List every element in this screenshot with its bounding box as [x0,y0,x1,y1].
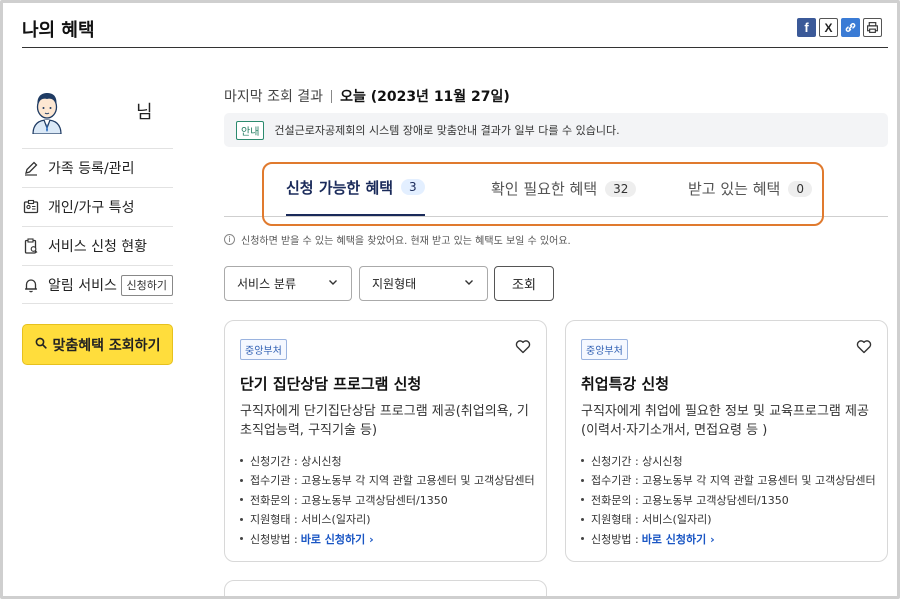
sidebar-item-label: 알림 서비스 [48,277,117,294]
sidebar-item-label: 가족 등록/관리 [48,161,135,177]
tab-receiving[interactable]: 받고 있는 혜택 0 [688,160,812,217]
sidebar-item-label: 서비스 신청 현황 [48,239,148,255]
find-benefits-label: 맞춤혜택 조회하기 [52,337,161,354]
tab-label: 확인 필요한 혜택 [491,180,598,198]
category-select-value: 서비스 분류 [237,277,297,291]
sidebar-menu: 가족 등록/관리 개인/가구 특성 서비스 신청 현황 알림 서비스 신청하기 [22,148,173,304]
apply-now-link[interactable]: 바로 신청하기 › [301,531,374,547]
share-group: f X [797,18,882,37]
apply-now-link[interactable]: 바로 신청하기 › [642,531,715,547]
chevron-down-icon [463,276,475,291]
card-description: 구직자에게 단기집단상담 프로그램 제공(취업의욕, 기초직업능력, 구직기술 … [240,404,529,438]
tab-count: 3 [401,179,425,195]
divider [331,89,333,103]
tab-hint: i 신청하면 받을 수 있는 혜택을 찾았어요. 현재 받고 있는 혜택도 보일… [224,232,571,247]
card-description: 구직자에게 취업에 필요한 정보 및 교육프로그램 제공(이력서·자기소개서, … [581,404,869,438]
pencil-icon [22,159,40,177]
heart-icon[interactable] [856,339,872,358]
user-name-suffix: 님 [136,102,153,123]
support-type-select[interactable]: 지원형태 [359,266,488,301]
benefit-card[interactable]: 중앙부처 취업특강 신청 구직자에게 취업에 필요한 정보 및 교육프로그램 제… [565,320,888,562]
print-icon[interactable] [863,18,882,37]
tab-count: 32 [605,180,637,197]
notification-apply-button[interactable]: 신청하기 [120,275,173,296]
tab-label: 받고 있는 혜택 [688,180,781,198]
sidebar-item-application-status[interactable]: 서비스 신청 현황 [22,226,173,265]
category-select[interactable]: 서비스 분류 [224,266,352,301]
notice-text: 건설근로자공제회의 시스템 장애로 맞춤안내 결과가 일부 다를 수 있습니다. [274,124,620,137]
search-button[interactable]: 조회 [494,266,554,301]
card-info-list: 신청기간 : 상시신청 접수기관 : 고용노동부 각 지역 관할 고용센터 및 … [581,451,876,549]
benefit-card[interactable]: 중앙부처 단기 집단상담 프로그램 신청 구직자에게 단기집단상담 프로그램 제… [224,320,547,562]
benefit-tabs: 신청 가능한 혜택 3 확인 필요한 혜택 32 받고 있는 혜택 0 [224,160,888,217]
card-tag: 중앙부처 [240,339,287,360]
notice-banner: 안내 건설근로자공제회의 시스템 장애로 맞춤안내 결과가 일부 다를 수 있습… [224,113,888,147]
card-title[interactable]: 단기 집단상담 프로그램 신청 [240,373,421,394]
card-info-item: 전화문의 : 고용노동부 고객상담센터/1350 [581,490,876,510]
tab-count: 0 [788,180,812,197]
tab-available[interactable]: 신청 가능한 혜택 3 [286,160,425,216]
avatar [30,90,64,135]
tab-need-check[interactable]: 확인 필요한 혜택 32 [491,160,637,217]
card-info-item: 전화문의 : 고용노동부 고객상담센터/1350 [240,490,535,510]
tab-label: 신청 가능한 혜택 [286,178,394,197]
card-info-item: 신청기간 : 상시신청 [581,451,876,471]
info-icon: i [224,234,235,245]
notice-tag: 안내 [236,120,265,140]
card-info-item: 지원형태 : 서비스(일자리) [240,510,535,530]
card-info-item: 신청방법 : 바로 신청하기 › [581,529,876,549]
card-info-list: 신청기간 : 상시신청 접수기관 : 고용노동부 각 지역 관할 고용센터 및 … [240,451,535,549]
clipboard-icon [22,237,40,255]
last-query-label: 마지막 조회 결과 [224,89,324,105]
card-info-item: 신청기간 : 상시신청 [240,451,535,471]
id-card-icon [22,198,40,216]
sidebar-item-household[interactable]: 개인/가구 특성 [22,187,173,226]
chevron-down-icon [327,276,339,291]
card-info-item: 접수기관 : 고용노동부 각 지역 관할 고용센터 및 고객상담센터 [240,471,535,491]
card-tag: 중앙부처 [581,339,628,360]
heart-icon[interactable] [515,339,531,358]
last-query-value: 오늘 (2023년 11월 27일) [340,89,510,105]
card-info-item: 지원형태 : 서비스(일자리) [581,510,876,530]
sidebar-item-family[interactable]: 가족 등록/관리 [22,148,173,187]
x-share-icon[interactable]: X [819,18,838,37]
card-title[interactable]: 취업특강 신청 [581,373,669,394]
facebook-share-icon[interactable]: f [797,18,816,37]
benefit-card-partial[interactable] [224,580,547,599]
page-header: 나의 혜택 f X [22,14,888,48]
page-title: 나의 혜택 [22,20,95,41]
find-benefits-button[interactable]: 맞춤혜택 조회하기 [22,324,173,365]
card-info-item: 접수기관 : 고용노동부 각 지역 관할 고용센터 및 고객상담센터 [581,471,876,491]
sidebar-item-label: 개인/가구 특성 [48,200,135,216]
support-type-select-value: 지원형태 [372,277,417,291]
bell-icon [22,276,40,294]
link-copy-icon[interactable] [841,18,860,37]
search-icon [35,337,47,353]
sidebar-item-notification[interactable]: 알림 서비스 신청하기 [22,265,173,304]
card-info-item: 신청방법 : 바로 신청하기 › [240,529,535,549]
tab-hint-text: 신청하면 받을 수 있는 혜택을 찾았어요. 현재 받고 있는 혜택도 보일 수… [241,236,571,247]
last-query: 마지막 조회 결과 오늘 (2023년 11월 27일) [224,86,510,106]
